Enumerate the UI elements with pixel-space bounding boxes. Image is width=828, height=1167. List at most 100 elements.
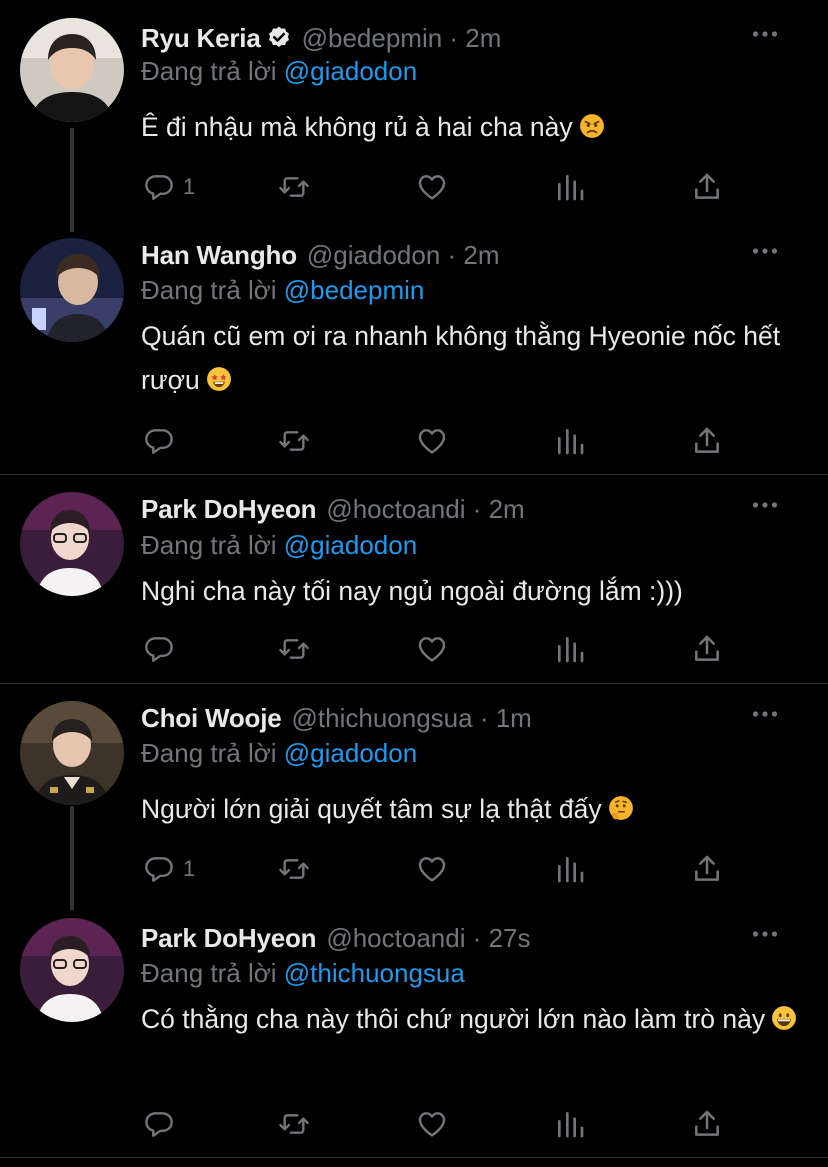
star-struck-icon — [206, 366, 232, 392]
tweet[interactable]: Park DoHyeon @hoctoandi · 2m Đang trả lờ… — [0, 475, 828, 683]
retweet-button[interactable] — [278, 1107, 310, 1141]
like-button[interactable] — [416, 424, 448, 458]
author-handle-time[interactable]: @thichuongsua · 1m — [292, 703, 532, 734]
tweet-actions: 1 — [141, 170, 741, 204]
analytics-icon — [554, 853, 586, 885]
replying-to-link[interactable]: @thichuongsua — [284, 958, 465, 988]
reply-button[interactable]: 1 — [143, 170, 195, 204]
retweet-button[interactable] — [278, 852, 310, 886]
share-button[interactable] — [691, 1107, 723, 1141]
tweet-actions: 1 — [141, 852, 741, 886]
verified-badge-icon — [266, 25, 292, 51]
retweet-button[interactable] — [278, 170, 310, 204]
share-icon — [691, 171, 723, 203]
like-icon — [416, 1108, 448, 1140]
more-icon[interactable] — [752, 247, 778, 255]
replying-to-link[interactable]: @giadodon — [284, 738, 417, 768]
tweet-actions — [141, 632, 741, 666]
analytics-icon — [554, 633, 586, 665]
like-button[interactable] — [416, 632, 448, 666]
avatar[interactable] — [20, 492, 124, 596]
analytics-icon — [554, 171, 586, 203]
more-icon[interactable] — [752, 930, 778, 938]
reply-icon — [143, 425, 175, 457]
reply-button[interactable] — [143, 1107, 183, 1141]
tweet-text: Có thằng cha này thôi chứ người lớn nào … — [141, 997, 806, 1041]
reply-icon — [143, 1108, 175, 1140]
author-handle-time[interactable]: @hoctoandi · 27s — [326, 923, 530, 954]
avatar[interactable] — [20, 18, 124, 122]
reply-button[interactable]: 1 — [143, 852, 195, 886]
retweet-icon — [278, 853, 310, 885]
more-icon[interactable] — [752, 710, 778, 718]
like-button[interactable] — [416, 852, 448, 886]
analytics-button[interactable] — [554, 1107, 586, 1141]
analytics-button[interactable] — [554, 852, 586, 886]
reply-button[interactable] — [143, 424, 183, 458]
more-icon[interactable] — [752, 30, 778, 38]
retweet-button[interactable] — [278, 424, 310, 458]
tweet-text: Ê đi nhậu mà không rủ à hai cha này — [141, 105, 806, 149]
share-button[interactable] — [691, 632, 723, 666]
thinking-face-icon — [608, 795, 634, 821]
tweet[interactable]: Ryu Keria @bedepmin · 2m Đang trả lời @g… — [0, 0, 828, 232]
share-button[interactable] — [691, 424, 723, 458]
retweet-icon — [278, 633, 310, 665]
replying-to: Đang trả lời @giadodon — [141, 56, 417, 87]
author-name[interactable]: Park DoHyeon — [141, 923, 317, 954]
tweet-text-content: Có thằng cha này thôi chứ người lớn nào … — [141, 1004, 766, 1034]
reply-button[interactable] — [143, 632, 183, 666]
tweet-text: Người lớn giải quyết tâm sự lạ thật đấy — [141, 787, 806, 831]
like-icon — [416, 425, 448, 457]
avatar[interactable] — [20, 918, 124, 1022]
avatar[interactable] — [20, 238, 124, 342]
like-icon — [416, 171, 448, 203]
share-button[interactable] — [691, 170, 723, 204]
replying-label: Đang trả lời — [141, 738, 284, 768]
retweet-button[interactable] — [278, 632, 310, 666]
tweet-text: Nghi cha này tối nay ngủ ngoài đường lắm… — [141, 569, 806, 613]
tweet-actions — [141, 424, 741, 458]
replying-label: Đang trả lời — [141, 275, 284, 305]
replying-to: Đang trả lời @giadodon — [141, 738, 417, 769]
tweet-divider — [0, 1157, 828, 1158]
analytics-button[interactable] — [554, 632, 586, 666]
share-icon — [691, 853, 723, 885]
author-handle-time[interactable]: @hoctoandi · 2m — [326, 494, 524, 525]
retweet-icon — [278, 171, 310, 203]
author-handle-time[interactable]: @giadodon · 2m — [307, 240, 500, 271]
author-name[interactable]: Choi Wooje — [141, 703, 282, 734]
author-handle-time[interactable]: @bedepmin · 2m — [302, 23, 502, 54]
tweet[interactable]: Choi Wooje @thichuongsua · 1m Đang trả l… — [0, 684, 828, 910]
reply-count: 1 — [183, 174, 196, 199]
share-button[interactable] — [691, 852, 723, 886]
reply-icon — [143, 853, 175, 885]
like-button[interactable] — [416, 170, 448, 204]
author-name[interactable]: Han Wangho — [141, 240, 297, 271]
tweet-actions — [141, 1107, 741, 1141]
tweet-text: Quán cũ em ơi ra nhanh không thằng Hyeon… — [141, 314, 806, 402]
tweet-text-content: Người lớn giải quyết tâm sự lạ thật đấy — [141, 794, 602, 824]
author-name[interactable]: Park DoHyeon — [141, 494, 317, 525]
tweet[interactable]: Han Wangho @giadodon · 2m Đang trả lời @… — [0, 232, 828, 474]
analytics-button[interactable] — [554, 170, 586, 204]
share-icon — [691, 425, 723, 457]
share-icon — [691, 633, 723, 665]
analytics-icon — [554, 1108, 586, 1140]
replying-to-link[interactable]: @bedepmin — [284, 275, 425, 305]
tweet-text-content: Quán cũ em ơi ra nhanh không thằng Hyeon… — [141, 321, 781, 395]
tweet-text-content: Nghi cha này tối nay ngủ ngoài đường lắm… — [141, 576, 683, 606]
like-button[interactable] — [416, 1107, 448, 1141]
replying-to-link[interactable]: @giadodon — [284, 56, 417, 86]
like-icon — [416, 633, 448, 665]
avatar[interactable] — [20, 701, 124, 805]
more-icon[interactable] — [752, 501, 778, 509]
grinning-face-icon — [771, 1005, 797, 1031]
share-icon — [691, 1108, 723, 1140]
analytics-button[interactable] — [554, 424, 586, 458]
retweet-icon — [278, 425, 310, 457]
author-name[interactable]: Ryu Keria — [141, 23, 261, 54]
tweet[interactable]: Park DoHyeon @hoctoandi · 27s Đang trả l… — [0, 910, 828, 1157]
replying-to-link[interactable]: @giadodon — [284, 530, 417, 560]
replying-label: Đang trả lời — [141, 56, 284, 86]
